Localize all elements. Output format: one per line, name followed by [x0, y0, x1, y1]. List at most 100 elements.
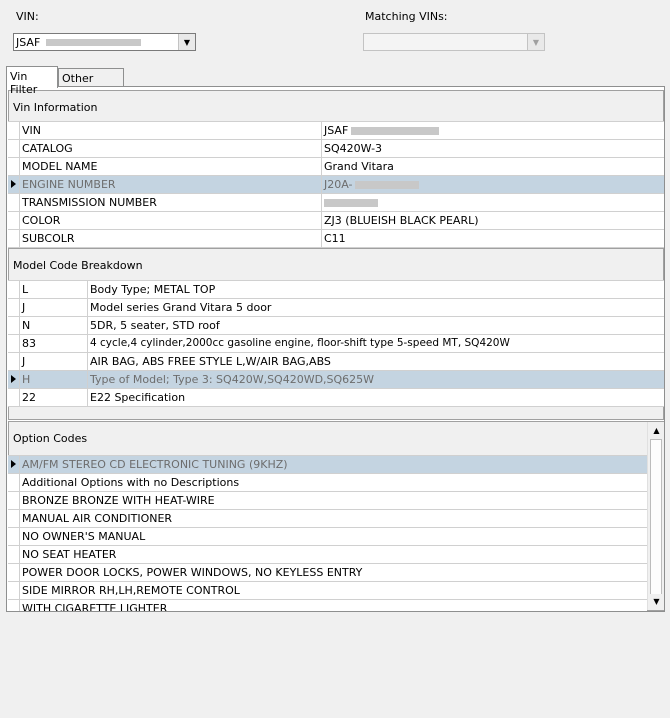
- table-row[interactable]: J Model series Grand Vitara 5 door: [8, 299, 664, 317]
- table-row[interactable]: L Body Type; METAL TOP: [8, 281, 664, 299]
- field-value: ZJ3 (BLUEISH BLACK PEARL): [324, 214, 479, 227]
- table-row[interactable]: 22 E22 Specification: [8, 389, 664, 407]
- scrollbar-thumb[interactable]: [650, 439, 662, 597]
- table-row[interactable]: N 5DR, 5 seater, STD roof: [8, 317, 664, 335]
- vin-combo[interactable]: JSAF ▼: [13, 33, 196, 51]
- row-header[interactable]: [8, 212, 20, 229]
- row-header[interactable]: [8, 299, 20, 316]
- option-codes-grid: AM/FM STEREO CD ELECTRONIC TUNING (9KHZ)…: [8, 455, 647, 611]
- table-row[interactable]: SIDE MIRROR RH,LH,REMOTE CONTROL: [8, 582, 647, 600]
- option-codes-title: Option Codes: [13, 432, 88, 445]
- table-row-selected[interactable]: ENGINE NUMBER J20A-: [8, 176, 664, 194]
- description-cell: Body Type; METAL TOP: [90, 283, 216, 296]
- description-cell: 5DR, 5 seater, STD roof: [90, 319, 220, 332]
- table-row[interactable]: NO OWNER'S MANUAL: [8, 528, 647, 546]
- row-header[interactable]: [8, 317, 20, 334]
- tab-other-filters[interactable]: Other Filters: [58, 68, 124, 98]
- field-value: C11: [324, 232, 346, 245]
- table-row[interactable]: 83 4 cycle,4 cylinder,2000cc gasoline en…: [8, 335, 664, 353]
- table-row[interactable]: BRONZE BRONZE WITH HEAT-WIRE: [8, 492, 647, 510]
- field-value: SQ420W-3: [324, 142, 383, 155]
- option-description: Additional Options with no Descriptions: [22, 476, 240, 489]
- row-header[interactable]: [8, 546, 20, 563]
- row-header[interactable]: [8, 389, 20, 406]
- code-cell: J: [22, 301, 26, 314]
- field-name: MODEL NAME: [22, 160, 98, 173]
- matching-vins-label: Matching VINs:: [365, 10, 448, 23]
- model-code-grid: L Body Type; METAL TOP J Model series Gr…: [8, 280, 664, 407]
- description-cell: Model series Grand Vitara 5 door: [90, 301, 272, 314]
- option-description: POWER DOOR LOCKS, POWER WINDOWS, NO KEYL…: [22, 566, 363, 579]
- row-header[interactable]: [8, 158, 20, 175]
- table-row[interactable]: VIN JSAF: [8, 122, 664, 140]
- row-header[interactable]: [8, 194, 20, 211]
- chevron-down-icon[interactable]: ▼: [178, 34, 195, 50]
- description-cell: 4 cycle,4 cylinder,2000cc gasoline engin…: [90, 337, 510, 349]
- table-row[interactable]: COLOR ZJ3 (BLUEISH BLACK PEARL): [8, 212, 664, 230]
- tab-vin-filter[interactable]: Vin Filter: [6, 66, 58, 96]
- description-cell: AIR BAG, ABS FREE STYLE L,W/AIR BAG,ABS: [90, 355, 331, 368]
- row-header[interactable]: [8, 582, 20, 599]
- description-cell: E22 Specification: [90, 391, 186, 404]
- row-header[interactable]: [8, 492, 20, 509]
- row-header[interactable]: [8, 335, 20, 352]
- matching-vins-combo[interactable]: ▼: [363, 33, 545, 51]
- option-description: SIDE MIRROR RH,LH,REMOTE CONTROL: [22, 584, 240, 597]
- row-pointer-icon: [11, 375, 16, 383]
- row-header[interactable]: [8, 600, 20, 611]
- row-header[interactable]: [8, 122, 20, 139]
- row-header[interactable]: [8, 140, 20, 157]
- row-pointer-icon: [11, 180, 16, 188]
- row-header[interactable]: [8, 281, 20, 298]
- table-row[interactable]: TRANSMISSION NUMBER: [8, 194, 664, 212]
- row-header[interactable]: [8, 230, 20, 247]
- row-header[interactable]: [8, 564, 20, 581]
- redacted-mask: [46, 39, 141, 46]
- vin-label: VIN:: [16, 10, 39, 23]
- field-value: Grand Vitara: [324, 160, 394, 173]
- row-pointer-icon: [11, 460, 16, 468]
- table-row[interactable]: POWER DOOR LOCKS, POWER WINDOWS, NO KEYL…: [8, 564, 647, 582]
- option-codes-scrollbar[interactable]: ▲ ▼: [647, 422, 664, 610]
- code-cell: 22: [22, 391, 36, 404]
- field-name: SUBCOLR: [22, 232, 75, 245]
- field-value: JSAF: [324, 124, 349, 137]
- table-row[interactable]: NO SEAT HEATER: [8, 546, 647, 564]
- row-header[interactable]: [8, 371, 20, 388]
- row-header[interactable]: [8, 474, 20, 491]
- field-name: TRANSMISSION NUMBER: [22, 196, 157, 209]
- row-header[interactable]: [8, 176, 20, 193]
- row-header[interactable]: [8, 353, 20, 370]
- table-row[interactable]: MANUAL AIR CONDITIONER: [8, 510, 647, 528]
- table-row[interactable]: CATALOG SQ420W-3: [8, 140, 664, 158]
- field-name: ENGINE NUMBER: [22, 178, 116, 191]
- table-row[interactable]: MODEL NAME Grand Vitara: [8, 158, 664, 176]
- code-cell: H: [22, 373, 31, 386]
- description-cell: Type of Model; Type 3: SQ420W,SQ420WD,SQ…: [90, 373, 375, 386]
- table-row-selected[interactable]: H Type of Model; Type 3: SQ420W,SQ420WD,…: [8, 371, 664, 389]
- field-value: J20A-: [324, 178, 353, 191]
- model-code-title: Model Code Breakdown: [13, 259, 143, 272]
- scroll-down-icon[interactable]: ▼: [649, 594, 664, 609]
- tab-vin-filter-label: Vin Filter: [10, 70, 38, 96]
- option-description: MANUAL AIR CONDITIONER: [22, 512, 173, 525]
- chevron-down-icon[interactable]: ▼: [527, 34, 544, 50]
- field-name: VIN: [22, 124, 41, 137]
- table-row[interactable]: WITH CIGARETTE LIGHTER: [8, 600, 647, 611]
- row-header[interactable]: [8, 456, 20, 473]
- row-header[interactable]: [8, 528, 20, 545]
- table-row[interactable]: SUBCOLR C11: [8, 230, 664, 248]
- vin-information-grid: VIN JSAF CATALOG SQ420W-3 MODEL NAME Gra…: [8, 121, 664, 248]
- table-row[interactable]: J AIR BAG, ABS FREE STYLE L,W/AIR BAG,AB…: [8, 353, 664, 371]
- scroll-up-icon[interactable]: ▲: [649, 423, 664, 438]
- option-description: WITH CIGARETTE LIGHTER: [22, 602, 168, 611]
- table-row[interactable]: Additional Options with no Descriptions: [8, 474, 647, 492]
- option-description: AM/FM STEREO CD ELECTRONIC TUNING (9KHZ): [22, 458, 288, 471]
- option-description: NO OWNER'S MANUAL: [22, 530, 146, 543]
- vin-information-title: Vin Information: [13, 101, 98, 114]
- row-header[interactable]: [8, 510, 20, 527]
- code-cell: 83: [22, 337, 36, 350]
- table-row-selected[interactable]: AM/FM STEREO CD ELECTRONIC TUNING (9KHZ): [8, 456, 647, 474]
- field-name: CATALOG: [22, 142, 73, 155]
- code-cell: J: [22, 355, 26, 368]
